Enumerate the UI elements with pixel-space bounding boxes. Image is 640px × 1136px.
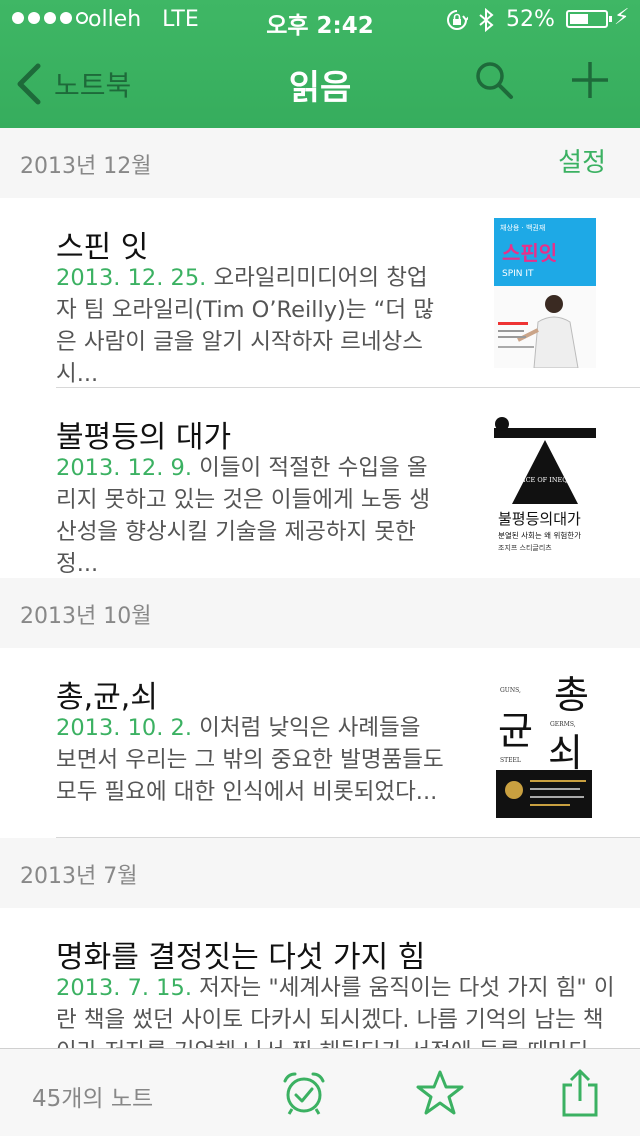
bluetooth-icon xyxy=(479,8,494,32)
note-snippet: 2013. 7. 15. 저자는 "세계사를 움직이는 다섯 가지 힘" 이란 … xyxy=(56,975,615,1058)
star-icon[interactable] xyxy=(416,1069,464,1117)
note-snippet: 2013. 12. 25. 오라일리미디어의 창업자 팀 오라일리(Tim O’… xyxy=(56,265,434,387)
svg-text:쇠: 쇠 xyxy=(548,731,583,775)
charging-bolt-icon: ⚡ xyxy=(614,5,630,30)
note-thumbnail: 채상용 · 백권재 스핀잇 SPIN IT xyxy=(494,218,596,368)
svg-text:균: 균 xyxy=(498,709,533,753)
svg-text:스핀잇: 스핀잇 xyxy=(502,241,557,265)
section-title: 2013년 10월 xyxy=(20,604,152,629)
note-item[interactable]: 불평등의 대가 2013. 12. 9. 이들이 적절한 수입을 올리지 못하고… xyxy=(0,388,640,578)
svg-text:채상용 · 백권재: 채상용 · 백권재 xyxy=(500,223,545,232)
chevron-left-icon xyxy=(17,63,41,105)
svg-text:분열된 사회는 왜 위험한가: 분열된 사회는 왜 위험한가 xyxy=(498,530,581,540)
section-header: 2013년 12월 설정 xyxy=(0,128,640,198)
note-thumbnail: 총 GUNS, 균 GERMS, 쇠 STEEL xyxy=(494,670,596,820)
section-header: 2013년 10월 xyxy=(0,578,640,648)
note-item[interactable]: 스핀 잇 2013. 12. 25. 오라일리미디어의 창업자 팀 오라일리(T… xyxy=(0,198,640,388)
section-title: 2013년 7월 xyxy=(20,864,138,889)
back-button[interactable]: 노트북 xyxy=(14,62,131,106)
status-bar: olleh LTE 오후 2:42 52% ⚡ xyxy=(0,0,640,40)
note-item[interactable]: 총,균,쇠 2013. 10. 2. 이처럼 낮익은 사례들을 보면서 우리는 … xyxy=(0,648,640,838)
top-bar: olleh LTE 오후 2:42 52% ⚡ 노트북 읽음 xyxy=(0,0,640,128)
note-item[interactable]: 명화를 결정짓는 다섯 가지 힘 2013. 7. 15. 저자는 "세계사를 … xyxy=(0,908,640,1058)
note-count: 45개의 노트 xyxy=(32,1086,154,1112)
settings-button[interactable]: 설정 xyxy=(558,142,606,179)
note-snippet: 2013. 10. 2. 이처럼 낮익은 사례들을 보면서 우리는 그 밖의 중… xyxy=(56,715,444,805)
lock-rotation-icon xyxy=(447,10,468,30)
note-snippet: 2013. 12. 9. 이들이 적절한 수입을 올리지 못하고 있는 것은 이… xyxy=(56,455,431,577)
plus-icon[interactable] xyxy=(570,60,610,100)
navigation-bar: 노트북 읽음 xyxy=(0,40,640,128)
svg-text:GUNS,: GUNS, xyxy=(500,687,521,694)
alarm-icon[interactable] xyxy=(280,1069,328,1117)
svg-text:불평등의대가: 불평등의대가 xyxy=(498,510,581,528)
svg-text:GERMS,: GERMS, xyxy=(550,721,576,728)
note-title: 불평등의 대가 xyxy=(56,420,232,455)
note-title: 명화를 결정짓는 다섯 가지 힘 xyxy=(56,940,426,975)
share-icon[interactable] xyxy=(556,1069,604,1117)
back-button-label: 노트북 xyxy=(54,69,132,102)
note-date: 2013. 10. 2. xyxy=(56,715,192,741)
svg-text:조지프 스티글리츠: 조지프 스티글리츠 xyxy=(498,543,552,552)
section-title: 2013년 12월 xyxy=(20,154,152,179)
note-title: 스핀 잇 xyxy=(56,230,149,265)
battery-icon xyxy=(566,10,612,28)
note-date: 2013. 12. 25. xyxy=(56,265,207,291)
note-title: 총,균,쇠 xyxy=(56,680,158,715)
section-header: 2013년 7월 xyxy=(0,838,640,908)
note-thumbnail: THE PRICE OF INEQUALITY 불평등의대가 분열된 사회는 왜… xyxy=(494,410,596,560)
svg-text:총: 총 xyxy=(554,673,589,717)
svg-text:THE PRICE OF INEQUALITY: THE PRICE OF INEQUALITY xyxy=(497,476,594,484)
note-date: 2013. 7. 15. xyxy=(56,975,192,1001)
search-icon[interactable] xyxy=(474,60,514,100)
svg-text:STEEL: STEEL xyxy=(500,757,521,764)
battery-percent: 52% xyxy=(506,7,555,32)
bottom-toolbar: 45개의 노트 xyxy=(0,1048,640,1136)
svg-text:SPIN IT: SPIN IT xyxy=(502,269,534,279)
note-date: 2013. 12. 9. xyxy=(56,455,192,481)
